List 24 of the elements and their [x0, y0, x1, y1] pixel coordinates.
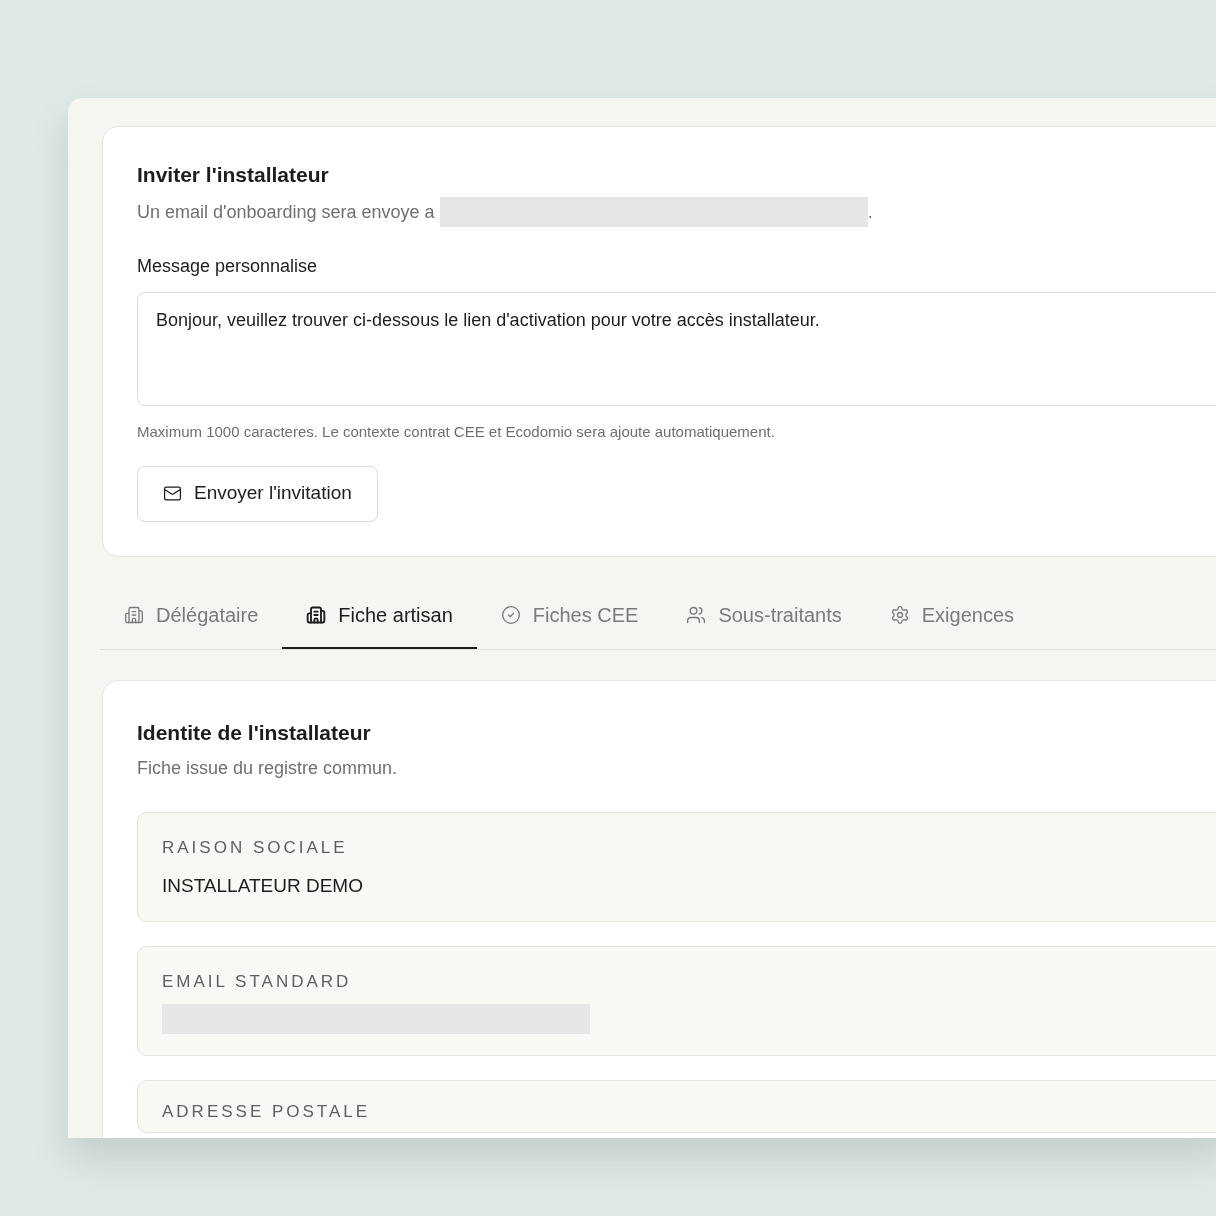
users-icon: [686, 604, 707, 625]
card-title: Inviter l'installateur: [137, 162, 330, 188]
period: .: [867, 200, 873, 224]
tab[interactable]: Fiche artisan: [282, 582, 477, 649]
tab[interactable]: Sous-traitants: [662, 582, 866, 649]
tab[interactable]: Exigences: [865, 582, 1039, 649]
building-icon: [124, 604, 144, 625]
tab[interactable]: Fiches CEE: [476, 582, 663, 649]
field-label: Message personnalise: [137, 255, 319, 278]
mail-icon: [163, 484, 182, 503]
send-invitation-button[interactable]: Envoyer l'invitation: [137, 465, 378, 522]
building-icon: [306, 604, 327, 625]
subtitle: Un email d'onboarding sera envoye a: [137, 200, 435, 224]
hint-text: Maximum 1000 caracteres. Le contexte contrat CEE et Ecodomio sera ajoute automatiquement.: [137, 422, 776, 442]
field-value: INSTALLATEUR DEMO: [162, 874, 364, 898]
field-label: RAISON SOCIALE: [162, 836, 349, 859]
message-field[interactable]: Bonjour, veuillez trouver ci-dessous le lien d'activation pour votre accès installateur.: [137, 292, 1216, 406]
field-label: EMAIL STANDARD: [162, 970, 353, 993]
subtitle: Fiche issue du registre commun.: [137, 756, 399, 780]
card-title: Identite de l'installateur: [137, 719, 372, 746]
check-circle-icon: [500, 604, 521, 625]
field-label: ADRESSE POSTALE: [162, 1100, 372, 1123]
settings-icon: [889, 604, 910, 625]
tab[interactable]: Délégataire: [100, 582, 283, 649]
